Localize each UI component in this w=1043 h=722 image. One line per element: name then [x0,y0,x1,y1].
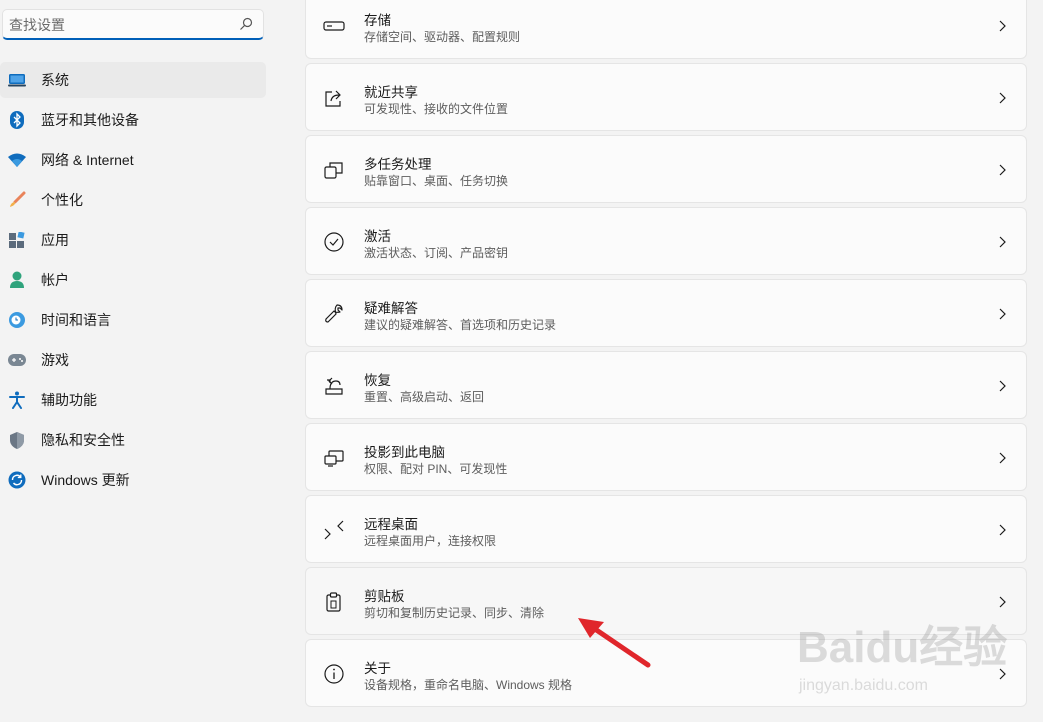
search-input[interactable] [9,15,229,35]
sidebar-item-label: 网络 & Internet [41,152,134,168]
sidebar-item-label: 系统 [41,72,69,88]
sidebar-item-gaming[interactable]: 游戏 [0,342,266,378]
sidebar-item-system[interactable]: 系统 [0,62,266,98]
sidebar-item-privacy[interactable]: 隐私和安全性 [0,422,266,458]
sidebar-item-personalization[interactable]: 个性化 [0,182,266,218]
clipboard-icon [326,592,341,612]
sidebar-item-label: 应用 [41,232,69,248]
item-subtitle: 重置、高级启动、返回 [364,390,485,404]
windows-update-icon [8,471,26,489]
storage-drive-icon [323,21,345,31]
remote-desktop-icon [324,520,344,540]
item-subtitle: 设备规格，重命名电脑、Windows 规格 [364,678,573,692]
share-icon [325,90,341,107]
item-title: 恢复 [364,373,391,388]
sidebar-item-label: 帐户 [41,272,69,288]
settings-item-multitasking[interactable]: 多任务处理 贴靠窗口、桌面、任务切换 [305,135,1027,203]
settings-item-activation[interactable]: 激活 激活状态、订阅、产品密钥 [305,207,1027,275]
settings-item-nearby-sharing[interactable]: 就近共享 可发现性、接收的文件位置 [305,63,1027,131]
item-title: 投影到此电脑 [364,445,445,460]
settings-item-recovery[interactable]: 恢复 重置、高级启动、返回 [305,351,1027,419]
settings-item-storage[interactable]: 存储 存储空间、驱动器、配置规则 [305,0,1027,59]
wifi-icon [8,151,26,169]
brush-icon [8,191,26,209]
multitask-icon [324,162,343,179]
item-title: 激活 [364,229,391,244]
sidebar-item-apps[interactable]: 应用 [0,222,266,258]
apps-icon [8,231,26,249]
wrench-icon [325,304,343,323]
bluetooth-icon [8,111,26,129]
account-icon [8,271,26,289]
accessibility-icon [8,391,26,409]
shield-icon [8,431,26,449]
search-icon[interactable] [239,17,253,31]
item-title: 疑难解答 [364,301,418,316]
sidebar-item-accounts[interactable]: 帐户 [0,262,266,298]
sidebar-item-label: 隐私和安全性 [41,432,125,448]
watermark-url: jingyan.baidu.com [798,677,928,694]
item-title: 存储 [364,13,391,28]
sidebar-item-network[interactable]: 网络 & Internet [0,142,266,178]
chevron-right-icon [999,380,1006,392]
chevron-right-icon [999,164,1006,176]
chevron-right-icon [999,20,1006,32]
item-title: 远程桌面 [364,517,418,532]
project-icon [324,450,344,467]
item-title: 关于 [364,661,391,676]
item-subtitle: 可发现性、接收的文件位置 [364,102,509,116]
sidebar-item-label: 个性化 [41,192,83,208]
sidebar-item-bluetooth[interactable]: 蓝牙和其他设备 [0,102,266,138]
watermark-brand: Baidu经验 [797,623,1007,672]
settings-item-troubleshoot[interactable]: 疑难解答 建议的疑难解答、首选项和历史记录 [305,279,1027,347]
recovery-icon [325,377,343,395]
info-icon [324,664,344,684]
item-title: 多任务处理 [364,157,432,172]
item-subtitle: 存储空间、驱动器、配置规则 [364,30,521,44]
laptop-icon [8,71,26,89]
item-subtitle: 贴靠窗口、桌面、任务切换 [364,174,509,188]
chevron-right-icon [999,92,1006,104]
item-subtitle: 剪切和复制历史记录、同步、清除 [364,606,545,620]
sidebar-item-label: Windows 更新 [41,472,130,488]
item-subtitle: 权限、配对 PIN、可发现性 [364,462,508,476]
sidebar-nav: 系统 蓝牙和其他设备 网络 & Internet 个性化 应用 帐户 时间和语言… [0,62,266,502]
chevron-right-icon [999,308,1006,320]
sidebar-item-accessibility[interactable]: 辅助功能 [0,382,266,418]
sidebar-item-label: 游戏 [41,352,69,368]
item-title: 就近共享 [364,85,418,100]
settings-window: 系统 蓝牙和其他设备 网络 & Internet 个性化 [0,0,1043,722]
sidebar-item-label: 蓝牙和其他设备 [41,112,139,128]
item-subtitle: 激活状态、订阅、产品密钥 [364,246,509,260]
item-subtitle: 远程桌面用户，连接权限 [364,534,497,548]
gamepad-icon [8,351,26,369]
sidebar-item-label: 时间和语言 [41,312,111,328]
globe-clock-icon [8,311,26,329]
sidebar-item-windows-update[interactable]: Windows 更新 [0,462,266,498]
annotation-arrow [578,618,651,668]
chevron-right-icon [999,524,1006,536]
sidebar: 系统 蓝牙和其他设备 网络 & Internet 个性化 [0,0,275,722]
item-subtitle: 建议的疑难解答、首选项和历史记录 [364,318,557,332]
baidu-jingyan-watermark: Baidu经验 jingyan.baidu.com [797,623,1007,694]
sidebar-item-label: 辅助功能 [41,392,97,408]
chevron-right-icon [999,452,1006,464]
chevron-right-icon [999,236,1006,248]
item-title: 剪贴板 [364,589,405,604]
check-circle-icon [324,232,344,252]
settings-item-project-to-pc[interactable]: 投影到此电脑 权限、配对 PIN、可发现性 [305,423,1027,491]
settings-item-remote-desktop[interactable]: 远程桌面 远程桌面用户，连接权限 [305,495,1027,563]
sidebar-item-time-language[interactable]: 时间和语言 [0,302,266,338]
search-box[interactable] [2,9,264,40]
